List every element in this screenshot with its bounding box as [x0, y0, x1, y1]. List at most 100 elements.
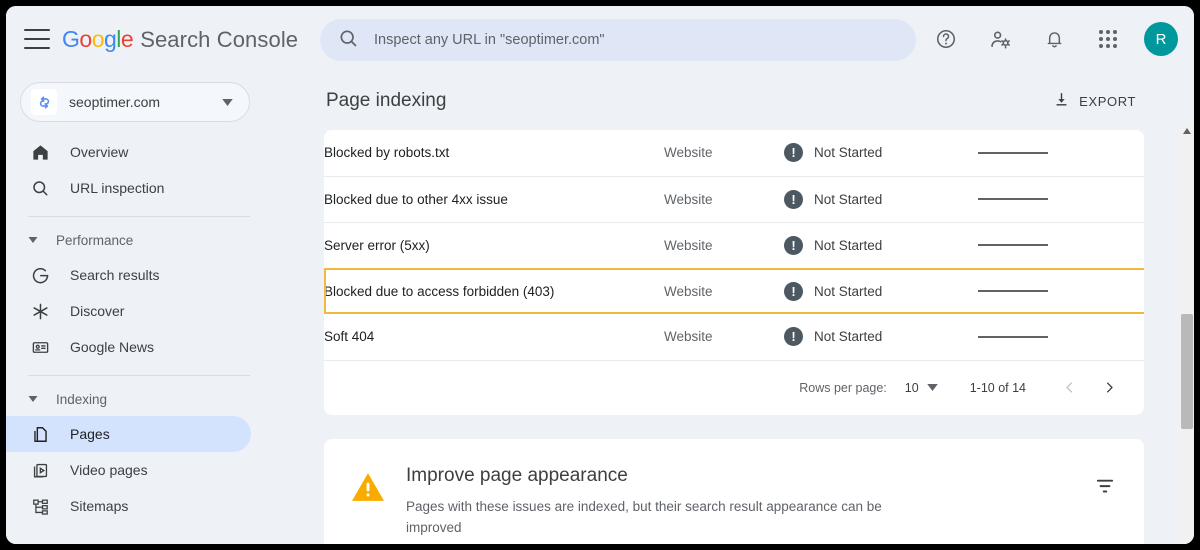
sidebar-item-label: Discover: [70, 303, 124, 319]
chevron-left-icon[interactable]: [1052, 371, 1086, 405]
sidebar-item-url-inspection[interactable]: URL inspection: [6, 170, 251, 206]
alert-circle-icon: !: [784, 327, 803, 346]
alert-circle-icon: !: [784, 190, 803, 209]
trend-sparkline: [978, 198, 1048, 200]
google-search-console-window: Google Search Console: [6, 6, 1194, 544]
scroll-up-arrow-icon[interactable]: [1180, 124, 1194, 138]
sidebar-item-video-pages[interactable]: Video pages: [6, 452, 251, 488]
improve-card-text: Improve page appearance Pages with these…: [406, 465, 1094, 538]
rows-per-page-value[interactable]: 10: [905, 381, 919, 395]
property-name: seoptimer.com: [69, 94, 222, 110]
status-label: Not Started: [814, 284, 882, 299]
sitemaps-tree-icon: [28, 494, 52, 518]
menu-icon[interactable]: [24, 29, 50, 49]
sidebar-item-sitemaps[interactable]: Sitemaps: [6, 488, 251, 524]
scrollbar-thumb[interactable]: [1181, 314, 1193, 429]
cell-source: Website: [664, 314, 784, 360]
table-row[interactable]: Soft 404 Website ! Not Started 122: [324, 314, 1144, 360]
cell-trend: [974, 130, 1114, 176]
table-row[interactable]: Blocked by robots.txt Website ! Not Star…: [324, 130, 1144, 176]
cell-status: ! Not Started: [784, 268, 974, 314]
news-card-icon: [28, 335, 52, 359]
chevron-right-icon[interactable]: [1092, 371, 1126, 405]
sidebar-item-overview[interactable]: Overview: [6, 134, 251, 170]
pagination: Rows per page: 10 1-10 of 14: [324, 361, 1144, 415]
sidebar-group-indexing[interactable]: Indexing: [6, 382, 306, 416]
cell-pages: 373: [1114, 222, 1144, 268]
trend-sparkline: [978, 290, 1048, 292]
status-label: Not Started: [814, 238, 882, 253]
cell-trend: [974, 268, 1114, 314]
page-indexing-table-card: Blocked by robots.txt Website ! Not Star…: [324, 130, 1144, 415]
search-icon: [338, 28, 358, 53]
sidebar-item-google-news[interactable]: Google News: [6, 329, 251, 365]
improve-page-appearance-card: Improve page appearance Pages with these…: [324, 439, 1144, 545]
sidebar-item-label: URL inspection: [70, 180, 164, 196]
app-brand: Google Search Console: [62, 26, 298, 53]
discover-asterisk-icon: [28, 299, 52, 323]
pagination-range: 1-10 of 14: [970, 381, 1026, 395]
chevron-down-icon: [28, 237, 40, 243]
cell-reason: Soft 404: [324, 314, 664, 360]
page-header: Page indexing EXPORT: [306, 72, 1194, 130]
trend-sparkline: [978, 336, 1048, 338]
cell-reason: Server error (5xx): [324, 222, 664, 268]
sidebar-group-label: Indexing: [56, 392, 107, 407]
video-pages-icon: [28, 458, 52, 482]
cell-trend: [974, 176, 1114, 222]
sidebar-item-label: Overview: [70, 144, 128, 160]
table-row[interactable]: Blocked due to other 4xx issue Website !…: [324, 176, 1144, 222]
cell-reason: Blocked by robots.txt: [324, 130, 664, 176]
sidebar-item-pages[interactable]: Pages: [6, 416, 251, 452]
property-selector[interactable]: seoptimer.com: [20, 82, 250, 122]
avatar[interactable]: R: [1144, 22, 1178, 56]
table-row[interactable]: Server error (5xx) Website ! Not Started…: [324, 222, 1144, 268]
sidebar-item-label: Google News: [70, 339, 154, 355]
apps-grid-icon[interactable]: [1088, 19, 1128, 59]
pages-copy-icon: [28, 422, 52, 446]
page-title: Page indexing: [326, 90, 1041, 112]
cell-source: Website: [664, 222, 784, 268]
vertical-scrollbar[interactable]: [1180, 124, 1194, 544]
improve-card-subtitle: Pages with these issues are indexed, but…: [406, 496, 906, 538]
chevron-down-icon: [222, 93, 233, 111]
url-inspection-searchbox[interactable]: [320, 19, 916, 61]
sidebar-item-discover[interactable]: Discover: [6, 293, 251, 329]
cell-status: ! Not Started: [784, 222, 974, 268]
bell-icon[interactable]: [1034, 19, 1074, 59]
status-label: Not Started: [814, 145, 882, 160]
sidebar: seoptimer.com Overview: [6, 72, 306, 544]
trend-sparkline: [978, 244, 1048, 246]
cell-reason: Blocked due to other 4xx issue: [324, 176, 664, 222]
cell-reason: Blocked due to access forbidden (403): [324, 268, 664, 314]
export-button[interactable]: EXPORT: [1041, 83, 1148, 119]
search-input[interactable]: [374, 32, 874, 48]
chevron-down-icon: [28, 396, 40, 402]
help-icon[interactable]: [926, 19, 966, 59]
alert-circle-icon: !: [784, 282, 803, 301]
cell-trend: [974, 222, 1114, 268]
cell-pages: 473: [1114, 130, 1144, 176]
cell-status: ! Not Started: [784, 176, 974, 222]
sidebar-item-label: Video pages: [70, 462, 148, 478]
sidebar-divider: [28, 216, 250, 217]
cell-source: Website: [664, 130, 784, 176]
cell-source: Website: [664, 176, 784, 222]
improve-card-title: Improve page appearance: [406, 465, 1094, 487]
account-settings-icon[interactable]: [980, 19, 1020, 59]
content-area: Blocked by robots.txt Website ! Not Star…: [306, 130, 1194, 544]
filter-icon[interactable]: [1094, 477, 1116, 500]
sidebar-divider: [28, 375, 250, 376]
top-bar-actions: R: [926, 19, 1178, 59]
home-icon: [28, 140, 52, 164]
trend-sparkline: [978, 152, 1048, 154]
sidebar-item-label: Sitemaps: [70, 498, 128, 514]
cell-trend: [974, 314, 1114, 360]
table-row-highlighted[interactable]: Blocked due to access forbidden (403) We…: [324, 268, 1144, 314]
chevron-down-icon[interactable]: [927, 384, 938, 391]
sidebar-item-search-results[interactable]: Search results: [6, 257, 251, 293]
alert-circle-icon: !: [784, 236, 803, 255]
status-label: Not Started: [814, 329, 882, 344]
sidebar-group-performance[interactable]: Performance: [6, 223, 306, 257]
cell-pages: 122: [1114, 314, 1144, 360]
